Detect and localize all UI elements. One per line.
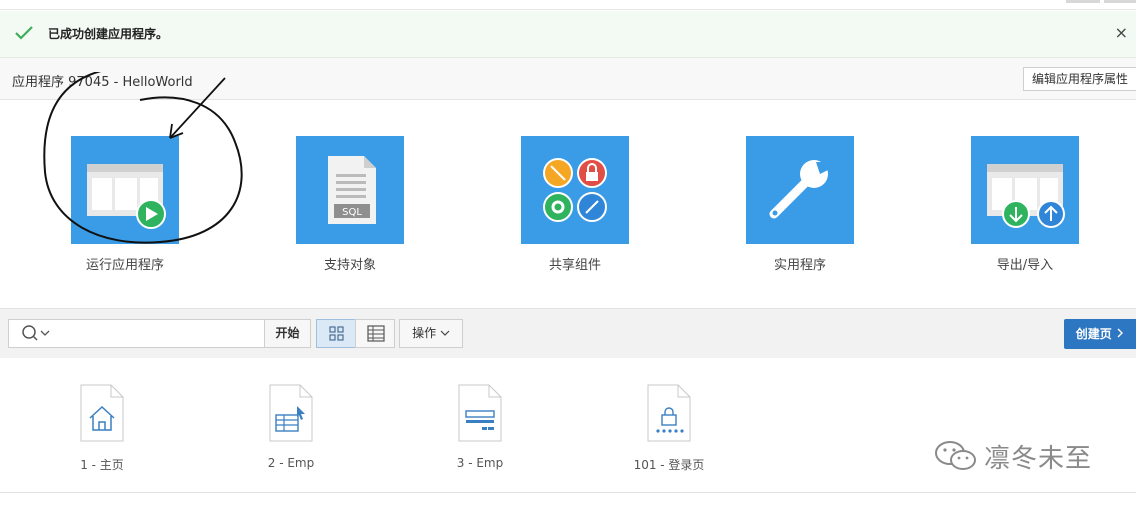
create-page-label: 创建页 [1075, 327, 1112, 341]
form-page-icon [269, 384, 313, 442]
tile-label: 导出/导入 [996, 258, 1054, 273]
run-app-icon [71, 136, 179, 244]
wechat-icon [934, 439, 978, 480]
app-title: 应用程序 97045 - HelloWorld [12, 75, 193, 90]
tile-label: 共享组件 [548, 258, 601, 273]
page-label: 3 - Emp [456, 456, 504, 470]
top-bar-stub [1066, 0, 1100, 3]
edit-app-properties-button[interactable]: 编辑应用程序属性 [1022, 67, 1136, 91]
page-label: 101 - 登录页 [633, 458, 705, 472]
export-import-icon [971, 136, 1079, 244]
search-scope-selector[interactable] [8, 319, 64, 348]
grid-view-icon[interactable] [316, 319, 356, 348]
watermark-text: 凛冬未至 [984, 444, 1093, 474]
shared-components-icon [521, 136, 629, 244]
tile-label: 实用程序 [773, 258, 826, 273]
chevron-down-icon [440, 326, 450, 340]
app-tiles: 运行应用程序 SQL 支持对象 共享组件 实用程序 导出/导入 [0, 72, 1136, 307]
actions-menu-button[interactable]: 操作 [399, 319, 463, 348]
login-page-icon [647, 384, 691, 442]
actions-label: 操作 [412, 326, 437, 340]
tile-shared-components[interactable]: 共享组件 [521, 136, 629, 273]
watermark: 凛冬未至 [934, 438, 1092, 480]
tile-run-application[interactable]: 运行应用程序 [71, 136, 179, 273]
tile-supporting-objects[interactable]: SQL 支持对象 [296, 136, 404, 273]
create-page-button[interactable]: 创建页 [1063, 319, 1136, 349]
sql-document-icon: SQL [296, 136, 404, 244]
tile-label: 运行应用程序 [85, 258, 164, 273]
app-header: 应用程序 97045 - HelloWorld 编辑应用程序属性 [0, 58, 1136, 100]
toolbar: 开始 操作 创建页 [0, 308, 1136, 359]
report-page-icon [458, 384, 502, 442]
tile-utilities[interactable]: 实用程序 [746, 136, 854, 273]
search-input[interactable] [63, 319, 265, 348]
home-page-icon [80, 384, 124, 442]
chevron-right-icon [1116, 327, 1124, 341]
top-bar-stub [1104, 0, 1136, 3]
page-item[interactable]: 3 - Emp [420, 384, 540, 470]
page-label: 1 - 主页 [80, 458, 124, 472]
page-label: 2 - Emp [267, 456, 315, 470]
check-icon [14, 24, 34, 46]
svg-text:SQL: SQL [342, 207, 362, 218]
page-item[interactable]: 1 - 主页 [42, 384, 162, 473]
close-icon[interactable]: × [1115, 23, 1128, 42]
go-button[interactable]: 开始 [264, 319, 311, 348]
report-view-icon[interactable] [355, 319, 395, 348]
top-bar [0, 0, 1136, 10]
wrench-icon [746, 136, 854, 244]
tile-label: 支持对象 [323, 258, 376, 273]
page-item[interactable]: 101 - 登录页 [609, 384, 729, 473]
tile-export-import[interactable]: 导出/导入 [971, 136, 1079, 273]
page-item[interactable]: 2 - Emp [231, 384, 351, 470]
notification-message: 已成功创建应用程序。 [48, 27, 169, 41]
success-notification: 已成功创建应用程序。 × [0, 11, 1136, 58]
